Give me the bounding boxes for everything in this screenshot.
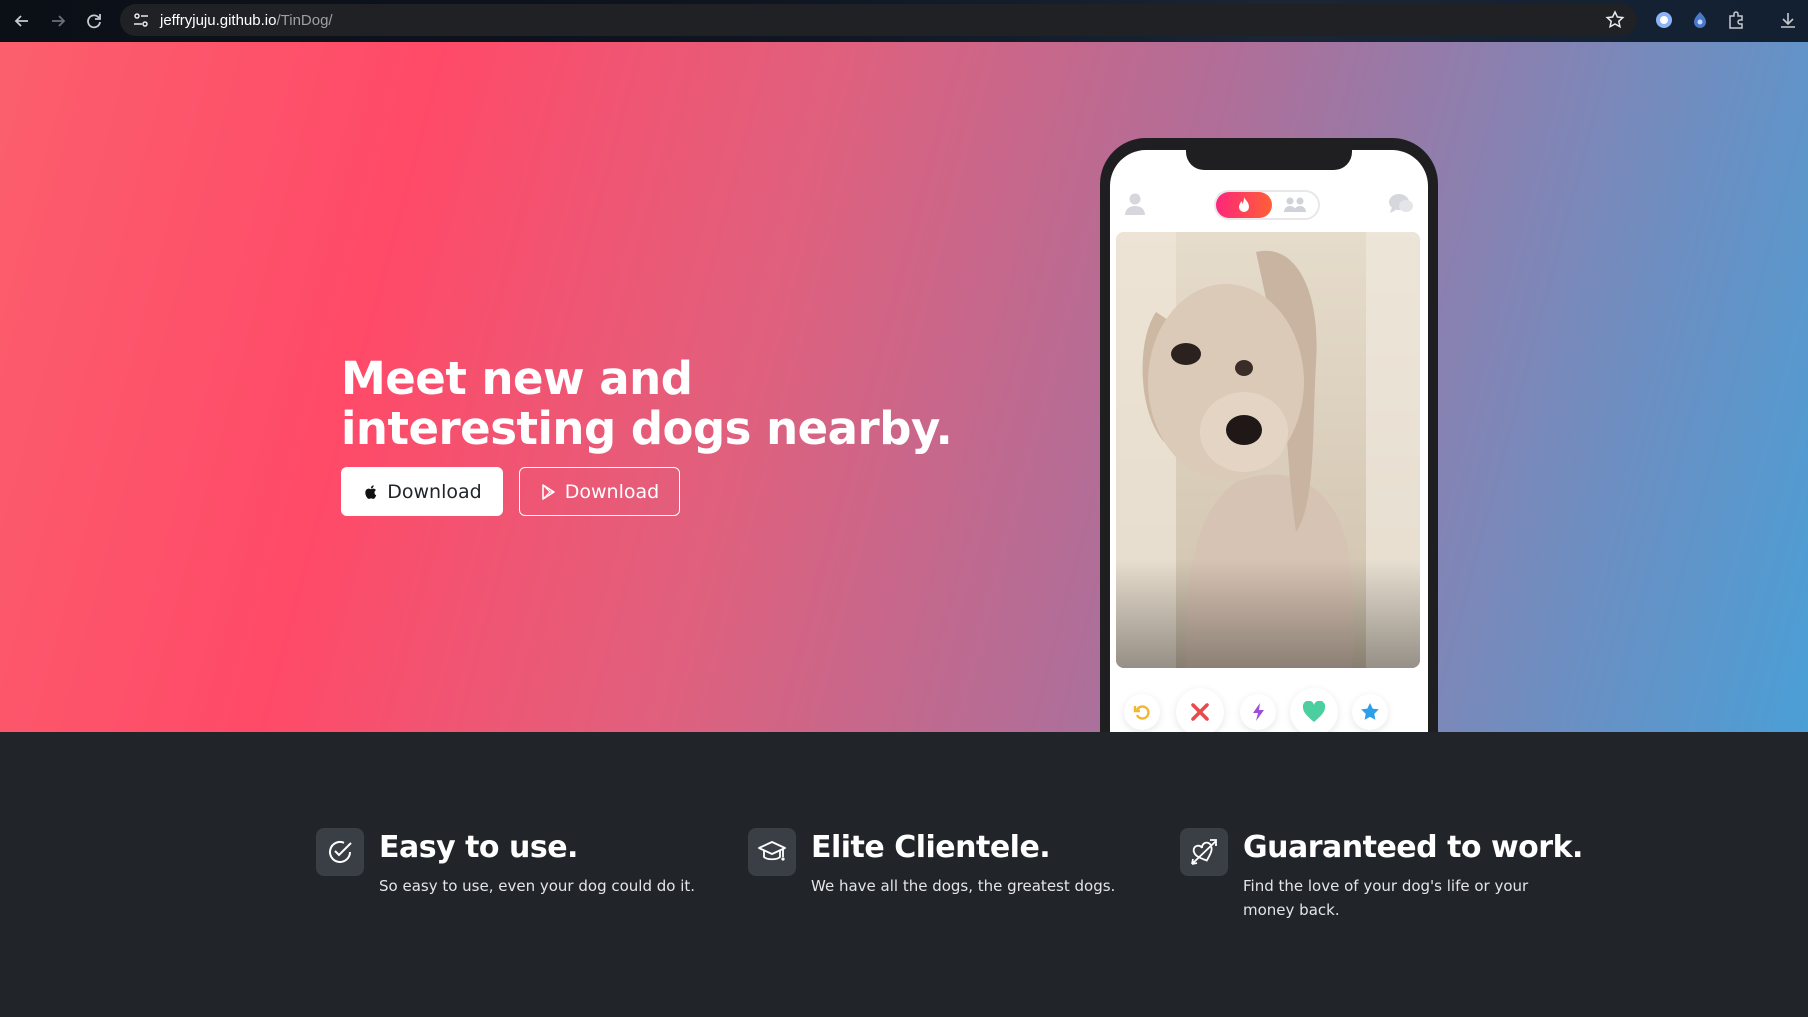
site-info-icon[interactable] bbox=[132, 11, 150, 29]
download-icon[interactable] bbox=[1776, 8, 1800, 32]
phone-notch bbox=[1186, 150, 1352, 170]
apple-icon bbox=[362, 483, 380, 501]
nope-button[interactable] bbox=[1176, 688, 1224, 732]
url-text[interactable]: jeffryjuju.github.io/TinDog/ bbox=[160, 12, 333, 29]
rewind-button[interactable] bbox=[1124, 694, 1160, 730]
apple-download-button[interactable]: Download bbox=[341, 467, 503, 516]
url-path: /TinDog/ bbox=[276, 11, 333, 29]
apple-download-label: Download bbox=[387, 480, 482, 503]
dog-illustration bbox=[1116, 232, 1420, 668]
extension-globe-icon[interactable] bbox=[1652, 8, 1676, 32]
check-circle-icon bbox=[316, 828, 364, 876]
flame-toggle bbox=[1216, 192, 1272, 218]
extensions-puzzle-icon[interactable] bbox=[1724, 8, 1748, 32]
hero-headline: Meet new and interesting dogs nearby. bbox=[341, 352, 953, 455]
extension-shield-icon[interactable] bbox=[1688, 8, 1712, 32]
hero-section: Meet new and interesting dogs nearby. Do… bbox=[0, 42, 1808, 732]
mode-toggle bbox=[1214, 190, 1320, 220]
features-section: Easy to use. So easy to use, even your d… bbox=[0, 732, 1808, 1017]
profile-icon bbox=[1125, 193, 1145, 215]
flame-icon bbox=[1239, 197, 1249, 212]
play-store-download-label: Download bbox=[564, 480, 660, 503]
boost-button[interactable] bbox=[1240, 694, 1276, 730]
super-like-icon bbox=[1361, 703, 1379, 720]
google-play-icon bbox=[540, 483, 558, 501]
dog-photo bbox=[1116, 232, 1420, 668]
back-button[interactable] bbox=[10, 9, 34, 33]
nope-icon bbox=[1191, 703, 1209, 721]
feature-title: Elite Clientele. bbox=[811, 830, 1051, 865]
bookmark-star-icon[interactable] bbox=[1605, 10, 1625, 30]
boost-icon bbox=[1253, 703, 1264, 721]
phone-screen bbox=[1110, 150, 1428, 732]
heart-arrow-icon bbox=[1180, 828, 1228, 876]
forward-button[interactable] bbox=[46, 9, 70, 33]
address-bar[interactable]: jeffryjuju.github.io/TinDog/ bbox=[120, 4, 1637, 36]
phone-mockup bbox=[1100, 138, 1438, 732]
feature-title: Guaranteed to work. bbox=[1243, 830, 1583, 865]
swipe-actions-bar bbox=[1110, 684, 1428, 732]
feature-description: Find the love of your dog's life or your… bbox=[1243, 877, 1529, 919]
forward-arrow-icon bbox=[52, 15, 66, 27]
rewind-icon bbox=[1133, 705, 1150, 720]
back-arrow-icon bbox=[14, 15, 28, 27]
feature-description: We have all the dogs, the greatest dogs. bbox=[811, 877, 1116, 895]
feature-description: So easy to use, even your dog could do i… bbox=[379, 877, 696, 895]
reload-button[interactable] bbox=[82, 9, 106, 33]
super-like-button[interactable] bbox=[1352, 694, 1388, 730]
chat-icon bbox=[1389, 194, 1413, 213]
play-store-download-button[interactable]: Download bbox=[519, 467, 680, 516]
feature-title: Easy to use. bbox=[379, 830, 578, 865]
reload-icon bbox=[87, 14, 101, 29]
group-icon bbox=[1284, 197, 1306, 212]
like-icon bbox=[1302, 701, 1326, 722]
browser-toolbar: jeffryjuju.github.io/TinDog/ bbox=[0, 0, 1808, 42]
like-button[interactable] bbox=[1290, 688, 1338, 732]
url-host: jeffryjuju.github.io bbox=[160, 11, 277, 29]
graduation-cap-icon bbox=[748, 828, 796, 876]
